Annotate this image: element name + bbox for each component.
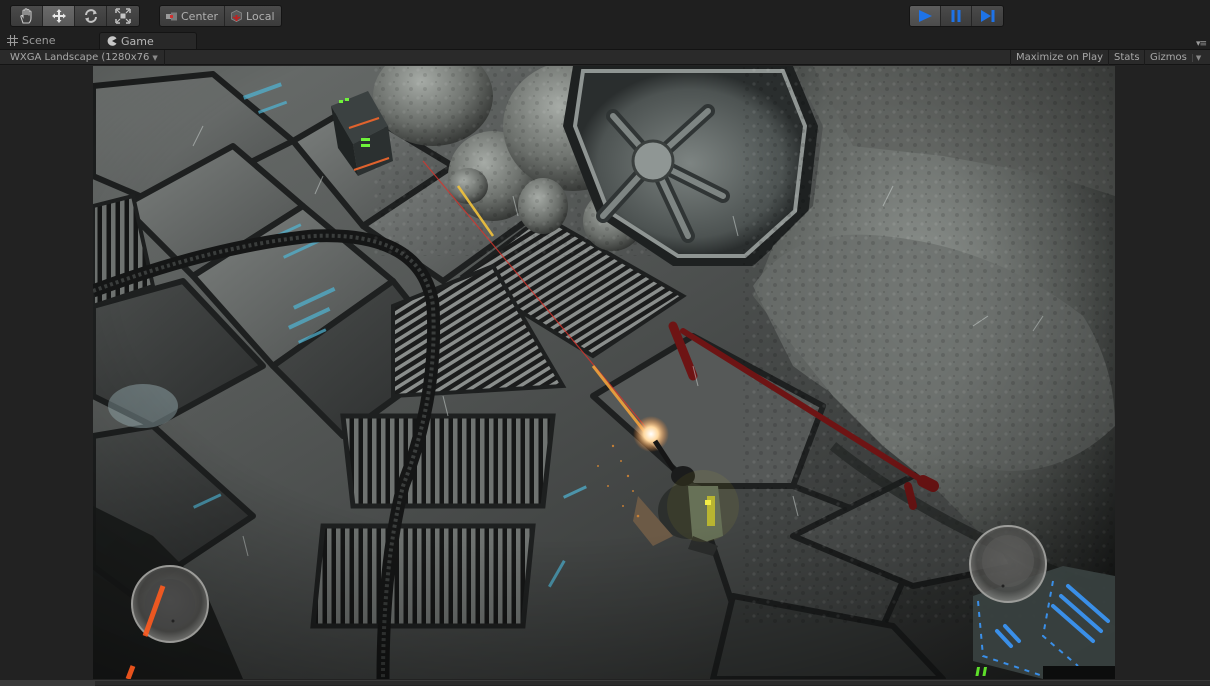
maximize-on-play-toggle[interactable]: Maximize on Play xyxy=(1010,50,1108,65)
pivot-center-icon xyxy=(166,12,177,20)
local-rotation-icon xyxy=(231,10,242,22)
game-area xyxy=(0,66,1210,680)
transform-tools xyxy=(10,5,140,27)
pause-button[interactable] xyxy=(941,6,972,26)
scale-icon xyxy=(115,8,131,24)
resolution-dropdown[interactable]: WXGA Landscape (1280x76 ▼ xyxy=(0,50,165,65)
move-tool-button[interactable] xyxy=(43,6,75,26)
rotate-icon xyxy=(84,9,97,23)
game-view-toolbar: WXGA Landscape (1280x76 ▼ Maximize on Pl… xyxy=(0,49,1210,65)
game-scene xyxy=(93,66,1115,679)
chevron-down-icon: ▼ xyxy=(152,53,158,62)
stats-label: Stats xyxy=(1114,52,1140,63)
gizmos-dropdown[interactable]: Gizmos ▼ xyxy=(1144,50,1206,65)
step-button[interactable] xyxy=(972,6,1003,26)
aim-fire-joystick[interactable] xyxy=(969,525,1047,603)
tab-scene-label: Scene xyxy=(22,34,56,47)
play-icon xyxy=(919,10,932,22)
pivot-toggles: Center Local xyxy=(159,5,282,27)
hand-tool-button[interactable] xyxy=(11,6,43,26)
scale-tool-button[interactable] xyxy=(107,6,139,26)
hand-icon xyxy=(19,8,32,24)
view-tabbar: Scene Game ▾≡ xyxy=(0,32,1210,49)
chevron-down-icon: ▼ xyxy=(1191,53,1201,62)
pivot-rotation-label: Local xyxy=(246,9,275,23)
main-toolbar: Center Local xyxy=(0,0,1210,32)
lighting-vignette xyxy=(93,66,1115,679)
move-icon xyxy=(51,9,66,23)
pause-icon xyxy=(951,10,961,22)
tab-game[interactable]: Game xyxy=(99,32,197,49)
resolution-label: WXGA Landscape (1280x76 xyxy=(10,52,150,63)
bottom-status-strip xyxy=(0,680,1210,686)
maximize-on-play-label: Maximize on Play xyxy=(1016,52,1104,63)
play-controls xyxy=(909,5,1004,27)
step-icon xyxy=(980,10,994,22)
grid-icon xyxy=(7,35,18,46)
tab-menu-icon: ▾≡ xyxy=(1195,39,1207,49)
play-button[interactable] xyxy=(910,6,941,26)
pivot-rotation-button[interactable]: Local xyxy=(225,6,281,26)
pacman-icon xyxy=(107,36,117,46)
game-viewport[interactable] xyxy=(93,66,1115,679)
gizmos-label: Gizmos xyxy=(1150,52,1187,63)
bottom-tab-stub xyxy=(0,681,95,686)
pivot-mode-label: Center xyxy=(181,9,219,23)
tab-game-label: Game xyxy=(121,34,154,48)
pivot-mode-button[interactable]: Center xyxy=(160,6,226,26)
tab-options-menu[interactable]: ▾≡ xyxy=(1195,39,1207,49)
tab-scene[interactable]: Scene xyxy=(0,32,98,49)
rotate-tool-button[interactable] xyxy=(75,6,107,26)
stats-toggle[interactable]: Stats xyxy=(1108,50,1145,65)
